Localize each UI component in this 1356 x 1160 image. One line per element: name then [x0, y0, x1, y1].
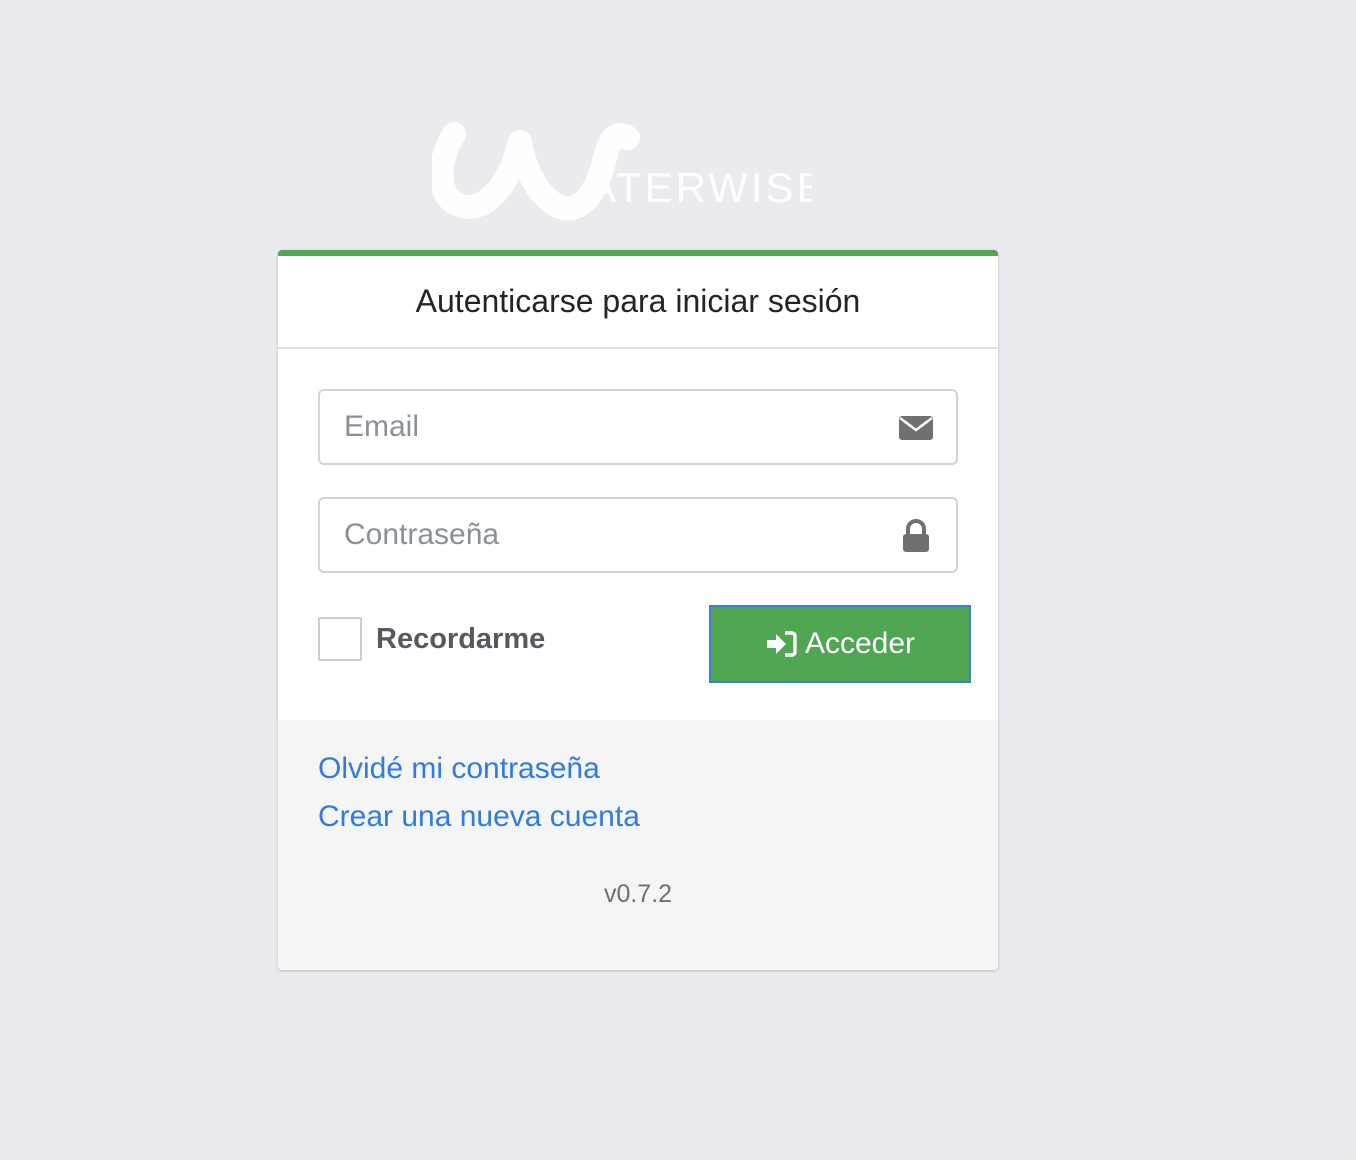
envelope-icon: [899, 416, 933, 440]
login-page: ATERWISE Autenticarse para iniciar sesió…: [0, 0, 1356, 1160]
email-input-group: [318, 389, 958, 465]
login-title: Autenticarse para iniciar sesión: [278, 256, 998, 349]
email-input[interactable]: [320, 391, 904, 463]
login-button-label: Acceder: [804, 627, 916, 660]
login-button[interactable]: Acceder: [709, 605, 971, 683]
remember-label: Recordarme: [376, 622, 546, 655]
lock-icon: [903, 519, 929, 552]
register-link[interactable]: Crear una nueva cuenta: [318, 800, 640, 834]
login-footer: Olvidé mi contraseña Crear una nueva cue…: [278, 720, 998, 970]
forgot-password-link[interactable]: Olvidé mi contraseña: [318, 752, 600, 786]
remember-me: Recordarme: [318, 617, 545, 661]
remember-checkbox[interactable]: [318, 617, 362, 661]
password-input[interactable]: [320, 499, 904, 571]
version-label: v0.7.2: [603, 880, 673, 908]
logo-wordmark: ATERWISE: [588, 164, 812, 211]
login-card: Autenticarse para iniciar sesión Recorda…: [278, 250, 998, 970]
password-input-group: [318, 497, 958, 573]
waterwise-logo: ATERWISE: [432, 120, 812, 230]
waterwise-w-logo-icon: ATERWISE: [432, 122, 812, 221]
sign-in-icon: [766, 631, 797, 657]
